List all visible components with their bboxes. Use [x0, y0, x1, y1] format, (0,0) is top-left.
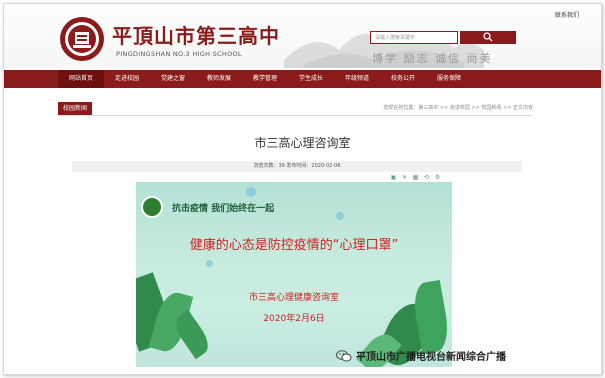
poster-slogan: 抗击疫情 我们始终在一起 — [172, 204, 275, 214]
poster-date: 2020年2月6日 — [263, 314, 325, 324]
qrcode-icon[interactable]: ▦ — [412, 175, 419, 181]
school-name-en: PINGDINGSHAN NO.3 HIGH SCHOOL — [116, 50, 242, 58]
school-name[interactable]: 平頂山市第三高中 — [112, 20, 280, 49]
share-icon[interactable]: ✕ — [401, 175, 408, 181]
school-badge-icon — [141, 196, 163, 218]
source-watermark: 平顶山市广播电视台新闻综合广播 — [336, 348, 506, 363]
breadcrumb: 您现在的位置：第三高中 >> 走进校园 >> 校园新闻 >> 正文内容 — [383, 105, 533, 111]
nav-item-affairs[interactable]: 校务公开 — [380, 70, 426, 88]
section-tabbar: 校园新闻 您现在的位置：第三高中 >> 走进校园 >> 校园新闻 >> 正文内容 — [58, 102, 533, 116]
main-nav: 网站首页 走进校园 党建之窗 教师发展 教学管理 学生成长 年级频道 校务公开 … — [4, 70, 601, 88]
contact-us-link[interactable]: 联系我们 — [555, 10, 579, 19]
watermark-text: 平顶山市广播电视台新闻综合广播 — [356, 352, 506, 363]
nav-item-teaching[interactable]: 教学管理 — [242, 70, 288, 88]
poster-headline: 健康的心态是防控疫情的“心理口罩” — [189, 238, 399, 253]
link-icon[interactable]: ⟲ — [423, 175, 430, 181]
search-icon — [483, 31, 493, 41]
nav-item-campus[interactable]: 走进校园 — [104, 70, 150, 88]
wechat-icon — [336, 349, 352, 361]
school-logo — [60, 17, 104, 61]
poster-organization: 市三高心理健康咨询室 — [248, 293, 339, 303]
settings-icon[interactable]: ⚙ — [434, 175, 441, 181]
nav-item-party[interactable]: 党建之窗 — [150, 70, 196, 88]
share-toolbar: ▣ ✕ ▦ ⟲ ⚙ — [390, 175, 441, 181]
nav-item-home[interactable]: 网站首页 — [58, 70, 104, 88]
nav-item-services[interactable]: 服务保障 — [426, 70, 472, 88]
tab-campus-news[interactable]: 校园新闻 — [58, 102, 93, 115]
nav-item-teachers[interactable]: 教师发展 — [196, 70, 242, 88]
nav-item-grades[interactable]: 年级频道 — [334, 70, 380, 88]
search-button[interactable] — [460, 31, 516, 44]
bookmark-icon[interactable]: ▣ — [390, 175, 397, 181]
article-poster-image: 抗击疫情 我们始终在一起 健康的心态是防控疫情的“心理口罩” 市三高心理健康咨询… — [136, 182, 452, 367]
article-meta: 浏览次数：39 发布时间：2020-02-06 — [72, 161, 522, 172]
article-title: 市三高心理咨询室 — [254, 136, 351, 150]
page-frame: 联系我们 平頂山市第三高中 PINGDINGSHAN NO.3 HIGH SCH… — [3, 3, 602, 375]
search-input[interactable]: 请输入搜索关键字 — [370, 31, 458, 44]
site-header: 联系我们 平頂山市第三高中 PINGDINGSHAN NO.3 HIGH SCH… — [4, 4, 601, 68]
school-motto: 博学 励志 诚信 尚美 — [372, 52, 493, 65]
nav-item-students[interactable]: 学生成长 — [288, 70, 334, 88]
